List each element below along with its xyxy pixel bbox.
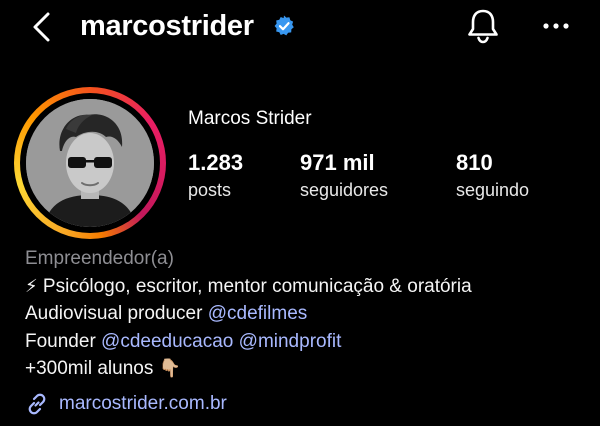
following-label: seguindo — [456, 180, 530, 200]
mention-link[interactable]: @mindprofit — [239, 331, 342, 352]
profile-header: marcostrider — [0, 0, 600, 56]
bio: Empreendedor(a) ⚡ Psicólogo, escritor, m… — [25, 245, 585, 383]
verified-badge-icon — [274, 15, 294, 36]
mention-link[interactable]: @cdefilmes — [208, 303, 308, 324]
display-name: Marcos Strider — [188, 108, 312, 129]
website-link-text[interactable]: marcostrider.com.br — [59, 393, 227, 415]
username-title: marcostrider — [80, 10, 254, 42]
lightning-emoji: ⚡ — [25, 275, 38, 296]
bio-text: +300mil alunos — [25, 358, 159, 379]
avatar — [26, 99, 154, 227]
link-icon — [28, 393, 46, 415]
bio-line: Audiovisual producer @cdefilmes — [25, 300, 585, 328]
following-stat[interactable]: 810 seguindo — [456, 150, 529, 203]
website-link[interactable]: marcostrider.com.br — [25, 390, 227, 418]
following-count: 810 — [456, 150, 493, 175]
bio-text: Founder — [25, 330, 102, 352]
bio-text: Audiovisual producer — [25, 303, 208, 324]
posts-label: posts — [188, 180, 232, 200]
bio-line: +300mil alunos 👇🏼 — [25, 355, 585, 383]
notifications-button[interactable] — [464, 6, 502, 46]
bio-text: Psicólogo, escritor, mentor comunicação … — [37, 275, 472, 297]
story-ring[interactable] — [14, 87, 166, 239]
more-options-button[interactable] — [538, 12, 576, 40]
pointing-down-emoji: 👇🏼 — [158, 358, 182, 378]
followers-count: 971 mil — [300, 150, 375, 175]
mention-link[interactable]: @cdeeducacao — [101, 331, 233, 352]
more-horizontal-icon — [543, 23, 569, 29]
followers-stat[interactable]: 971 mil seguidores — [300, 150, 388, 203]
followers-label: seguidores — [300, 180, 389, 200]
bell-icon — [468, 9, 498, 44]
avatar-portrait — [26, 99, 154, 227]
chevron-left-icon — [33, 12, 50, 42]
bio-line: Founder @cdeeducacao @mindprofit — [25, 328, 585, 356]
posts-count: 1.283 — [188, 150, 244, 175]
profile-page: marcostrider Marcos Strider 1.283 posts … — [0, 0, 600, 426]
posts-stat[interactable]: 1.283 posts — [188, 150, 243, 203]
bio-line: ⚡ Psicólogo, escritor, mentor comunicaçã… — [25, 273, 585, 301]
profile-category: Empreendedor(a) — [25, 248, 174, 269]
back-button[interactable] — [26, 8, 60, 46]
